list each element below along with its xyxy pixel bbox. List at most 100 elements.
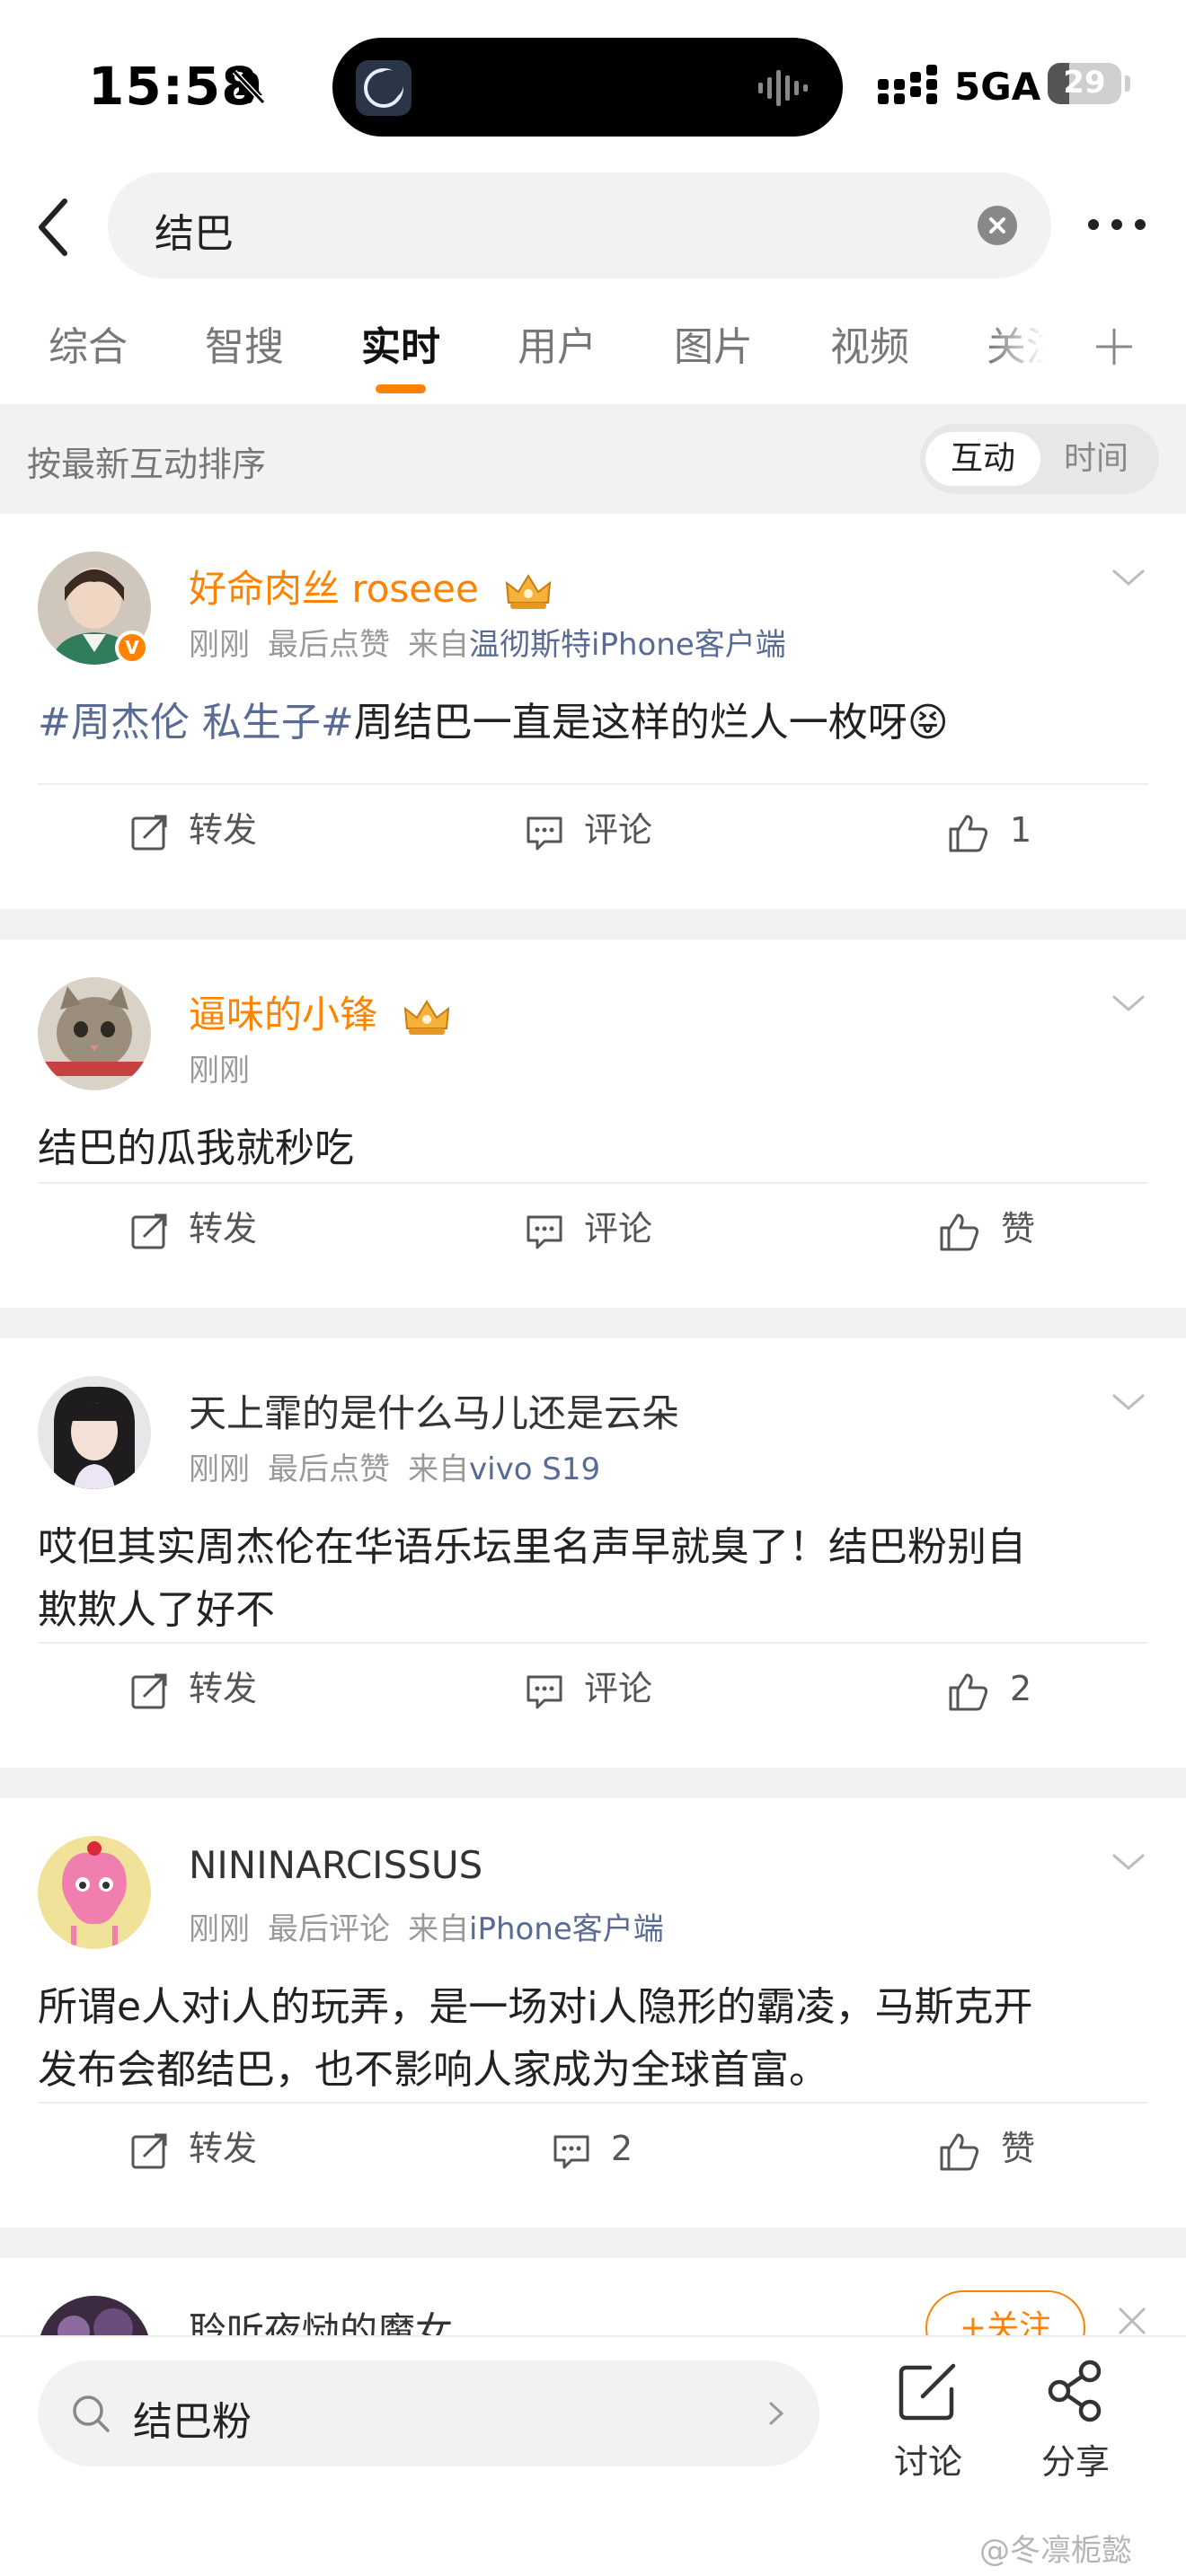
audio-wave-icon — [758, 70, 808, 106]
like-count: 2 — [1010, 1669, 1032, 1708]
thumbs-up-icon — [940, 2133, 979, 2170]
close-icon[interactable] — [1116, 2305, 1148, 2337]
sort-option-time[interactable]: 时间 — [1039, 432, 1154, 486]
clear-circle-icon[interactable] — [978, 206, 1017, 245]
repost-label: 转发 — [189, 2129, 258, 2168]
battery-level: 29 — [1063, 65, 1106, 101]
related-search-text[interactable]: 结巴粉 — [133, 2389, 252, 2447]
status-bar: 15:58 5GA 29 — [0, 0, 1186, 171]
post-content[interactable]: #周杰伦 私生子#周结巴一直是这样的烂人一枚呀😝 — [38, 692, 1152, 754]
dynamic-island — [332, 38, 843, 137]
post-source[interactable]: iPhone客户端 — [469, 1911, 664, 1947]
network-type: 5GA — [954, 65, 1041, 109]
plus-icon[interactable] — [1089, 322, 1139, 372]
post-content[interactable]: 哎但其实周杰伦在华语乐坛里名声早就臭了！结巴粉别自 欺欺人了好不 — [38, 1516, 1152, 1642]
repost-icon — [131, 2133, 167, 2168]
repost-button[interactable]: 转发 — [129, 803, 257, 857]
thumbs-up-icon — [949, 815, 988, 851]
post-card[interactable]: NININARCISSUS 刚刚 最后评论 来自iPhone客户端 所谓e人对i人的… — [0, 1798, 1186, 2258]
comment-button[interactable]: 评论 — [525, 803, 652, 857]
username-text[interactable]: 好命肉丝 roseee — [189, 567, 479, 611]
battery-icon: 29 — [1048, 63, 1121, 104]
repost-button[interactable]: 转发 — [129, 2122, 257, 2175]
post-card[interactable]: 逼味的小锋 刚刚 结巴的瓜我就秒吃 转发 评论 赞 — [0, 940, 1186, 1338]
tab-realtime[interactable]: 实时 — [361, 314, 440, 372]
post-source[interactable]: vivo S19 — [469, 1451, 600, 1487]
post-source[interactable]: 温彻斯特iPhone客户端 — [469, 627, 786, 663]
post-actions: 转发 评论 赞 — [0, 1184, 1186, 1274]
search-input[interactable]: 结巴 — [108, 172, 1051, 278]
repost-icon — [131, 815, 167, 850]
post-card[interactable]: V 好命肉丝 roseee 刚刚 最后点赞 来自温彻斯特iPhone客户端 #周杰伦… — [0, 514, 1186, 940]
post-text: 周结巴一直是这样的烂人一枚呀 — [353, 700, 907, 745]
post-username[interactable]: NININARCISSUS — [189, 1843, 482, 1887]
post-actions: 转发 评论 1 — [0, 785, 1186, 875]
tab-images[interactable]: 图片 — [674, 314, 753, 372]
tab-smart-search[interactable]: 智搜 — [205, 314, 284, 372]
battery-cap — [1125, 75, 1130, 92]
post-card[interactable]: 天上霏的是什么马儿还是云朵 刚刚 最后点赞 来自vivo S19 哎但其实周杰伦在华… — [0, 1338, 1186, 1798]
avatar[interactable] — [38, 1836, 151, 1949]
like-count: 1 — [1010, 810, 1032, 850]
post-source-prefix: 来自 — [408, 627, 469, 663]
post-username[interactable]: 好命肉丝 roseee — [189, 559, 553, 613]
post-meta: 刚刚 — [189, 1045, 268, 1090]
like-button[interactable]: 赞 — [938, 2122, 1035, 2175]
chevron-down-icon[interactable] — [1109, 1848, 1148, 1875]
post-activity: 最后评论 — [268, 1911, 390, 1947]
comment-button[interactable]: 评论 — [525, 1662, 652, 1716]
username-text[interactable]: NININARCISSUS — [189, 1843, 482, 1887]
chevron-right-icon — [769, 2402, 784, 2425]
share-button[interactable]: 分享 — [1026, 2357, 1125, 2483]
tab-comprehensive[interactable]: 综合 — [49, 314, 128, 372]
post-content[interactable]: 所谓e人对i人的玩弄，是一场对i人隐形的霸凌，马斯克开 发布会都结巴，也不影响人… — [38, 1976, 1152, 2102]
bell-muted-icon — [232, 69, 266, 105]
feed: V 好命肉丝 roseee 刚刚 最后点赞 来自温彻斯特iPhone客户端 #周杰伦… — [0, 514, 1186, 2438]
chevron-down-icon[interactable] — [1109, 564, 1148, 591]
avatar[interactable] — [38, 977, 151, 1090]
tab-users[interactable]: 用户 — [518, 314, 597, 372]
username-text[interactable]: 天上霏的是什么马儿还是云朵 — [189, 1391, 679, 1435]
more-dots-icon[interactable] — [1085, 207, 1148, 243]
like-button[interactable]: 1 — [947, 803, 1031, 857]
related-search-input[interactable]: 结巴粉 — [38, 2360, 819, 2466]
post-meta: 刚刚 最后点赞 来自vivo S19 — [189, 1444, 618, 1488]
vip-crown-icon — [505, 573, 552, 609]
repost-label: 转发 — [189, 1669, 258, 1708]
comment-icon — [527, 816, 562, 850]
repost-button[interactable]: 转发 — [129, 1662, 257, 1716]
like-label: 赞 — [1001, 2129, 1036, 2168]
chevron-left-icon[interactable] — [25, 189, 88, 266]
thumbs-up-icon — [949, 1673, 988, 1710]
post-username[interactable]: 逼味的小锋 — [189, 984, 452, 1039]
avatar[interactable] — [38, 1376, 151, 1489]
tab-videos[interactable]: 视频 — [830, 314, 909, 372]
like-button[interactable]: 赞 — [938, 1202, 1035, 1256]
sort-option-interaction[interactable]: 互动 — [925, 432, 1040, 486]
share-label: 分享 — [1040, 2442, 1110, 2482]
discuss-button[interactable]: 讨论 — [879, 2357, 978, 2483]
active-tab-indicator — [376, 384, 426, 393]
comment-icon — [527, 1215, 562, 1248]
username-text[interactable]: 逼味的小锋 — [189, 992, 377, 1037]
watermark: @冬凛栀懿 — [979, 2533, 1132, 2569]
emoji: 😝 — [907, 700, 949, 745]
post-activity: 最后点赞 — [268, 1451, 390, 1487]
hashtag-link[interactable]: #周杰伦 私生子# — [38, 700, 354, 745]
repost-button[interactable]: 转发 — [129, 1202, 257, 1256]
comment-button[interactable]: 评论 — [525, 1202, 652, 1256]
post-meta: 刚刚 最后点赞 来自温彻斯特iPhone客户端 — [189, 620, 804, 664]
like-label: 赞 — [1001, 1209, 1036, 1248]
chevron-down-icon[interactable] — [1109, 1389, 1148, 1416]
chevron-down-icon[interactable] — [1109, 990, 1148, 1017]
post-content[interactable]: 结巴的瓜我就秒吃 — [38, 1117, 1152, 1180]
sort-label: 按最新互动排序 — [27, 445, 267, 484]
like-button[interactable]: 2 — [947, 1662, 1031, 1716]
comment-button[interactable]: 2 — [552, 2122, 633, 2175]
search-query[interactable]: 结巴 — [155, 201, 234, 259]
post-text-line: 发布会都结巴，也不影响人家成为全球首富。 — [38, 2047, 828, 2093]
verified-badge-icon: V — [115, 631, 149, 665]
post-text-line: 哎但其实周杰伦在华语乐坛里名声早就臭了！结巴粉别自 — [38, 1524, 1026, 1570]
comment-label: 评论 — [584, 1209, 653, 1248]
post-username[interactable]: 天上霏的是什么马儿还是云朵 — [189, 1383, 679, 1438]
